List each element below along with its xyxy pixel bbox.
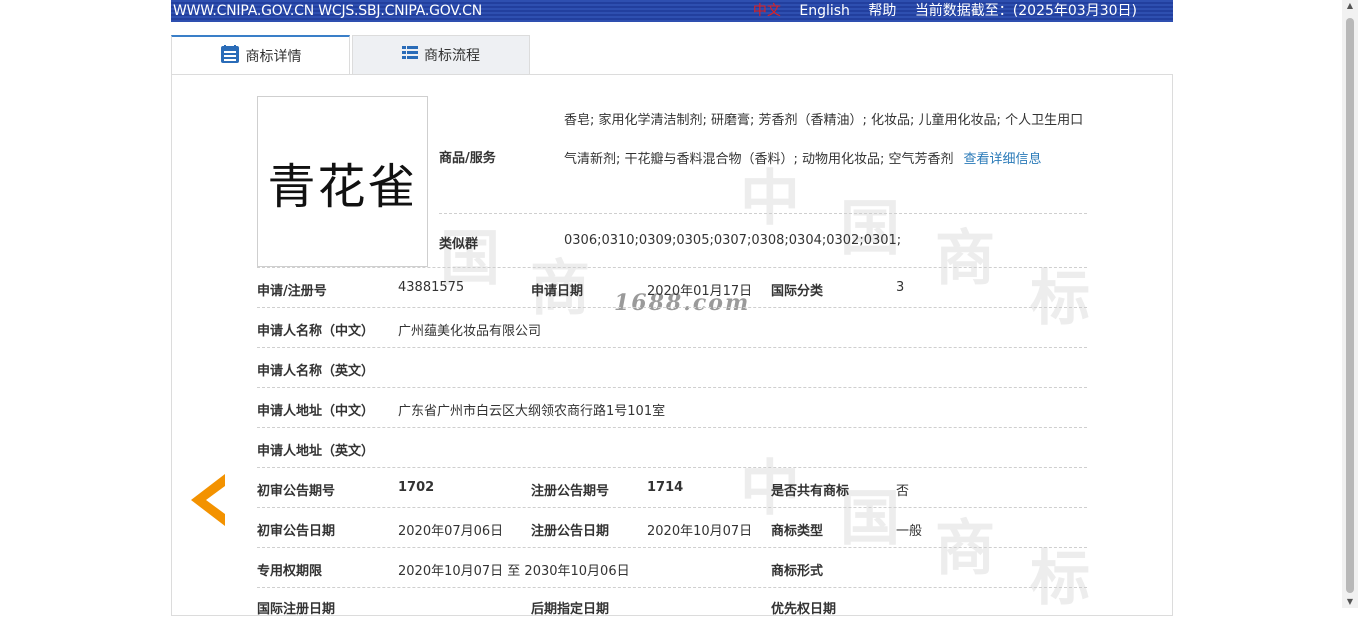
intl-class-label: 国际分类 <box>771 284 824 299</box>
address-cn-value: 广东省广州市白云区大纲领农商行路1号101室 <box>398 404 666 419</box>
scroll-down-icon[interactable]: ▼ <box>1346 598 1354 606</box>
reg-pub-date-value: 2020年10月07日 <box>647 524 753 539</box>
view-detail-link[interactable]: 查看详细信息 <box>964 152 1042 167</box>
divider <box>257 307 1087 308</box>
reg-pub-date-label: 注册公告日期 <box>531 524 610 539</box>
divider <box>257 347 1087 348</box>
reg-no-label: 申请/注册号 <box>257 284 327 299</box>
prelim-no-value: 1702 <box>398 480 435 495</box>
goods-label: 商品/服务 <box>439 151 496 166</box>
app-date-value: 2020年01月17日 <box>647 284 753 299</box>
lang-english-link[interactable]: English <box>799 3 850 19</box>
tab-bar: 商标详情 商标流程 <box>171 35 1173 75</box>
trademark-text: 青花雀 <box>267 158 418 215</box>
applicant-cn-value: 广州蕴美化妆品有限公司 <box>398 324 542 339</box>
divider <box>257 387 1087 388</box>
list-icon <box>402 45 418 65</box>
divider <box>257 587 1087 588</box>
tab-trademark-process[interactable]: 商标流程 <box>352 35 530 74</box>
divider <box>257 427 1087 428</box>
divider <box>257 267 1087 268</box>
tab-label: 商标详情 <box>245 49 302 65</box>
lang-chinese-link[interactable]: 中文 <box>753 3 781 19</box>
data-as-of: 当前数据截至：(2025年03月30日) <box>914 3 1137 19</box>
term-value: 2020年10月07日 至 2030年10月06日 <box>398 564 630 579</box>
reg-pub-no-value: 1714 <box>647 480 684 495</box>
divider <box>257 507 1087 508</box>
address-en-label: 申请人地址（英文） <box>257 444 375 459</box>
divider <box>257 467 1087 468</box>
goods-services-text: 香皂; 家用化学清洁制剂; 研磨膏; 芳香剂（香精油）; 化妆品; 儿童用化妆品… <box>564 101 1092 179</box>
applicant-cn-label: 申请人名称（中文） <box>257 324 375 339</box>
vertical-scrollbar[interactable]: ▲ ▼ <box>1342 0 1358 608</box>
topbar-right: 中文 English 帮助 当前数据截至：(2025年03月30日) <box>739 0 1137 22</box>
similar-group-value: 0306;0310;0309;0305;0307;0308;0304;0302;… <box>564 233 902 248</box>
tab-label: 商标流程 <box>424 48 480 64</box>
divider <box>439 213 1087 214</box>
scroll-up-icon[interactable]: ▲ <box>1346 2 1354 10</box>
shared-value: 否 <box>896 484 910 499</box>
prelim-date-label: 初审公告日期 <box>257 524 336 539</box>
previous-arrow-icon[interactable] <box>191 474 227 526</box>
trademark-image: 青花雀 <box>257 96 428 267</box>
address-cn-label: 申请人地址（中文） <box>257 404 375 419</box>
scrollbar-thumb[interactable] <box>1346 18 1354 593</box>
shared-label: 是否共有商标 <box>771 484 850 499</box>
tab-trademark-detail[interactable]: 商标详情 <box>171 35 350 75</box>
top-banner: WWW.CNIPA.GOV.CN WCJS.SBJ.CNIPA.GOV.CN 中… <box>171 0 1173 22</box>
term-label: 专用权期限 <box>257 564 323 579</box>
document-list-icon <box>220 44 240 68</box>
app-date-label: 申请日期 <box>531 284 584 299</box>
prelim-no-label: 初审公告期号 <box>257 484 336 499</box>
help-link[interactable]: 帮助 <box>868 3 896 19</box>
type-label: 商标类型 <box>771 524 824 539</box>
site-urls: WWW.CNIPA.GOV.CN WCJS.SBJ.CNIPA.GOV.CN <box>173 3 482 19</box>
applicant-en-label: 申请人名称（英文） <box>257 364 375 379</box>
divider <box>257 547 1087 548</box>
form-label: 商标形式 <box>771 564 824 579</box>
reg-pub-no-label: 注册公告期号 <box>531 484 610 499</box>
reg-no-value: 43881575 <box>398 280 465 295</box>
prelim-date-value: 2020年07月06日 <box>398 524 504 539</box>
type-value: 一般 <box>896 524 923 539</box>
similar-group-label: 类似群 <box>439 237 479 252</box>
intl-class-value: 3 <box>896 280 905 295</box>
